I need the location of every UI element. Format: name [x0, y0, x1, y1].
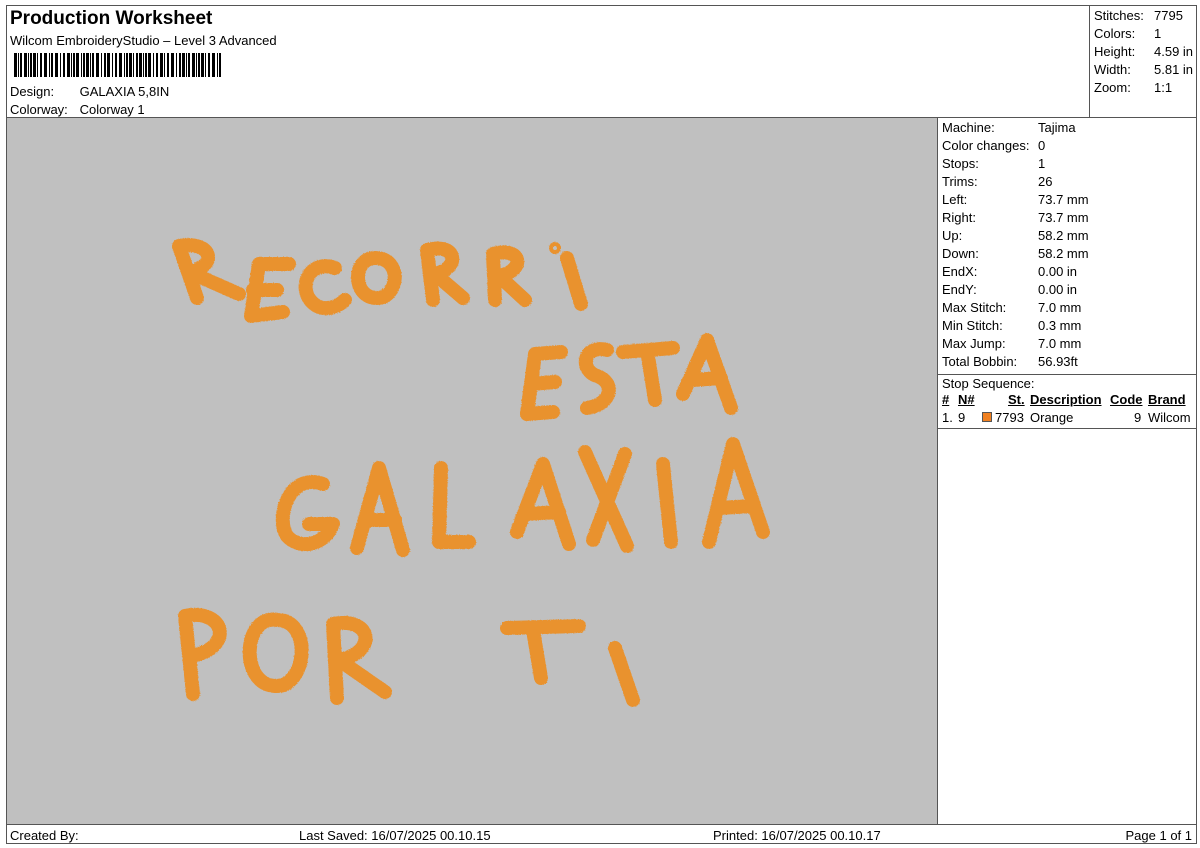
design-name-row: Design: GALAXIA 5,8IN: [10, 84, 169, 99]
machine-info-label: Machine:: [942, 120, 995, 135]
width-row: Width: 5.81 in: [1094, 62, 1193, 77]
stitches-label: Stitches:: [1094, 8, 1144, 23]
design-label: Design:: [10, 84, 55, 99]
seq-header-num: #: [942, 392, 950, 407]
design-line-2: [520, 333, 738, 421]
stitches-value: 7795: [1154, 8, 1183, 23]
machine-info-value: 26: [1038, 174, 1053, 189]
barcode-image: [14, 53, 221, 77]
machine-info-value: Tajima: [1038, 120, 1076, 135]
machine-info-value: 1: [1038, 156, 1046, 171]
machine-info-row: Down: 58.2 mm: [942, 246, 1089, 261]
machine-info-label: Right:: [942, 210, 976, 225]
seq-row-description: Orange: [1030, 410, 1074, 425]
colorway-value: Colorway 1: [79, 102, 145, 117]
zoom-row: Zoom: 1:1: [1094, 80, 1172, 95]
stop-sequence-title: Stop Sequence:: [942, 376, 1035, 391]
machine-info-label: EndY:: [942, 282, 977, 297]
zoom-label: Zoom:: [1094, 80, 1131, 95]
height-row: Height: 4.59 in: [1094, 44, 1193, 59]
machine-info-row: Stops: 1: [942, 156, 1045, 171]
machine-info-value: 56.93ft: [1038, 354, 1078, 369]
machine-info-row: Max Stitch: 7.0 mm: [942, 300, 1081, 315]
machine-info-label: EndX:: [942, 264, 978, 279]
machine-info-value: 7.0 mm: [1038, 336, 1082, 351]
seq-header-st: St.: [1008, 392, 1025, 407]
seq-header-brand: Brand: [1148, 392, 1186, 407]
worksheet-header: Production Worksheet Wilcom EmbroiderySt…: [7, 6, 1090, 118]
design-line-4: [178, 607, 640, 707]
seq-row-brand: Wilcom: [1148, 410, 1191, 425]
machine-info-row: Left: 73.7 mm: [942, 192, 1089, 207]
page-title: Production Worksheet: [10, 8, 213, 29]
created-by: Created By:: [10, 828, 79, 843]
design-preview-canvas: [7, 118, 938, 824]
machine-info-row: Color changes: 0: [942, 138, 1045, 153]
machine-info-label: Max Jump:: [942, 336, 1006, 351]
seq-row-n: 9: [958, 410, 966, 425]
machine-info-label: Min Stitch:: [942, 318, 1003, 333]
seq-row-st: 7793: [995, 410, 1024, 425]
divider: [938, 428, 1196, 429]
machine-info-panel: Stop Sequence: # N# St. Description Code…: [938, 118, 1196, 824]
height-value: 4.59 in: [1154, 44, 1194, 59]
last-saved: Last Saved: 16/07/2025 00.10.15: [299, 828, 491, 843]
page-number: Page 1 of 1: [1125, 828, 1193, 843]
colors-row: Colors: 1: [1094, 26, 1161, 41]
machine-info-label: Left:: [942, 192, 968, 207]
zoom-value: 1:1: [1154, 80, 1173, 95]
machine-info-label: Total Bobbin:: [942, 354, 1018, 369]
machine-info-label: Trims:: [942, 174, 978, 189]
machine-info-value: 73.7 mm: [1038, 210, 1089, 225]
machine-info-value: 0.3 mm: [1038, 318, 1082, 333]
machine-info-label: Max Stitch:: [942, 300, 1007, 315]
divider: [938, 374, 1196, 375]
machine-info-value: 0.00 in: [1038, 282, 1078, 297]
machine-info-row: Max Jump: 7.0 mm: [942, 336, 1081, 351]
colorway-label: Colorway:: [10, 102, 68, 117]
software-subtitle: Wilcom EmbroideryStudio – Level 3 Advanc…: [10, 33, 277, 48]
machine-info-value: 0.00 in: [1038, 264, 1078, 279]
design-value: GALAXIA 5,8IN: [79, 84, 170, 99]
design-line-3: [275, 437, 770, 557]
machine-info-label: Down:: [942, 246, 979, 261]
summary-panel: Stitches: 7795 Colors: 1 Height: 4.59 in Wi…: [1090, 6, 1196, 118]
seq-row-code: 9: [1134, 410, 1142, 425]
stitches-row: Stitches: 7795: [1094, 8, 1183, 23]
width-label: Width:: [1094, 62, 1131, 77]
seq-row-num: 1.: [942, 410, 953, 425]
machine-info-value: 7.0 mm: [1038, 300, 1082, 315]
machine-info-value: 58.2 mm: [1038, 228, 1089, 243]
machine-info-label: Up:: [942, 228, 963, 243]
machine-info-row: EndY: 0.00 in: [942, 282, 1077, 297]
design-line-1: [172, 238, 588, 323]
seq-header-description: Description: [1030, 392, 1102, 407]
colors-value: 1: [1154, 26, 1162, 41]
thread-color-swatch: [982, 412, 992, 422]
worksheet-footer: Created By: Last Saved: 16/07/2025 00.10…: [7, 824, 1196, 844]
worksheet-frame: Production Worksheet Wilcom EmbroiderySt…: [6, 5, 1197, 844]
machine-info-row: Machine: Tajima: [942, 120, 1076, 135]
width-value: 5.81 in: [1154, 62, 1194, 77]
machine-info-row: EndX: 0.00 in: [942, 264, 1077, 279]
machine-info-row: Right: 73.7 mm: [942, 210, 1089, 225]
machine-info-row: Min Stitch: 0.3 mm: [942, 318, 1081, 333]
printed-date: Printed: 16/07/2025 00.10.17: [713, 828, 881, 843]
machine-info-value: 58.2 mm: [1038, 246, 1089, 261]
machine-info-label: Color changes:: [942, 138, 1030, 153]
height-label: Height:: [1094, 44, 1136, 59]
colorway-row: Colorway: Colorway 1: [10, 102, 145, 117]
machine-info-row: Total Bobbin: 56.93ft: [942, 354, 1078, 369]
machine-info-label: Stops:: [942, 156, 979, 171]
machine-info-row: Up: 58.2 mm: [942, 228, 1089, 243]
machine-info-value: 73.7 mm: [1038, 192, 1089, 207]
seq-header-n: N#: [958, 392, 975, 407]
machine-info-row: Trims: 26: [942, 174, 1052, 189]
colors-label: Colors:: [1094, 26, 1136, 41]
seq-header-code: Code: [1110, 392, 1143, 407]
machine-info-value: 0: [1038, 138, 1046, 153]
embroidery-design: [172, 238, 770, 707]
